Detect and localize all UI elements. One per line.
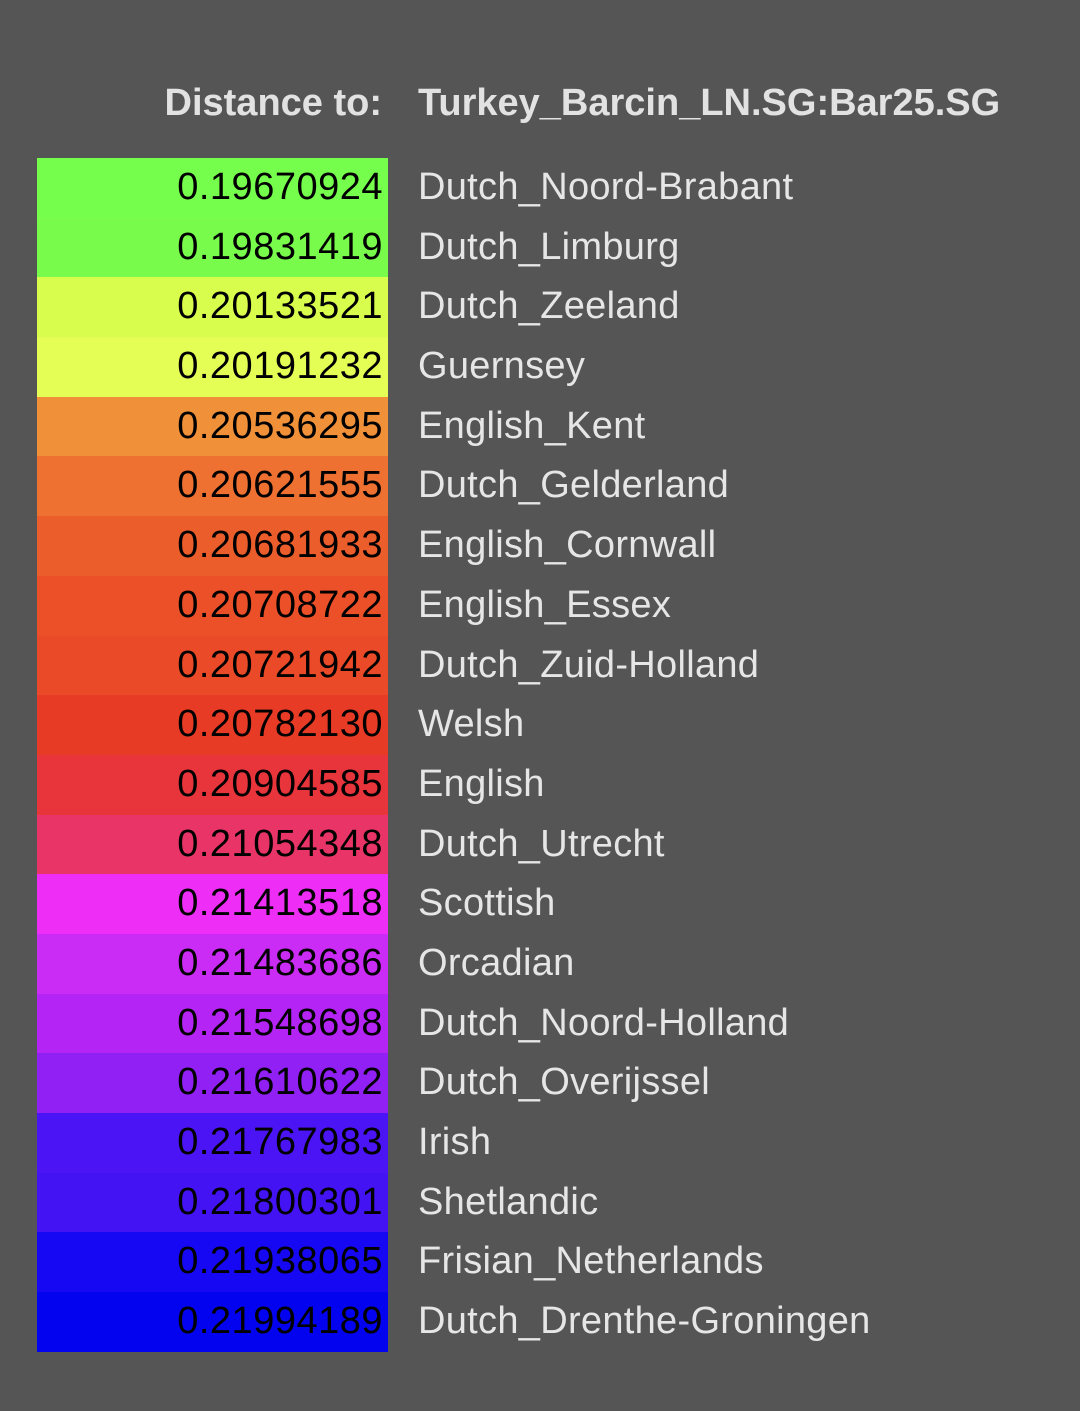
table-row: 0.20133521 Dutch_Zeeland [0, 277, 1080, 338]
table-row: 0.21413518 Scottish [0, 874, 1080, 934]
population-name: Dutch_Gelderland [418, 464, 730, 507]
table-row: 0.20191232 Guernsey [0, 337, 1080, 397]
table-row: 0.21548698 Dutch_Noord-Holland [0, 993, 1080, 1054]
distance-value: 0.20721942 [177, 643, 383, 686]
population-name: Dutch_Noord-Holland [418, 1001, 790, 1044]
distance-value: 0.21483686 [177, 941, 383, 984]
population-name: Frisian_Netherlands [418, 1240, 764, 1283]
population-name: English_Kent [418, 404, 646, 447]
table-row: 0.19831419 Dutch_Limburg [0, 217, 1080, 278]
distance-value: 0.20621555 [177, 464, 383, 507]
distance-value: 0.19670924 [177, 166, 383, 208]
population-name: Dutch_Zeeland [418, 285, 680, 328]
population-name: Dutch_Zuid-Holland [418, 643, 760, 686]
distance-value: 0.21800301 [177, 1180, 383, 1223]
population-name: English_Essex [418, 583, 672, 626]
population-name: Orcadian [418, 941, 575, 984]
table-row: 0.21800301 Shetlandic [0, 1172, 1080, 1233]
table-row: 0.21483686 Orcadian [0, 933, 1080, 994]
distance-value: 0.20782130 [177, 703, 383, 746]
distance-value: 0.21054348 [177, 822, 383, 865]
distance-value: 0.20536295 [177, 404, 383, 447]
distance-value: 0.21994189 [177, 1300, 383, 1343]
population-name: Dutch_Utrecht [418, 822, 665, 865]
table-row: 0.21767983 Irish [0, 1113, 1080, 1173]
table-row: 0.20782130 Welsh [0, 695, 1080, 755]
distance-value: 0.20133521 [177, 285, 383, 328]
distance-value: 0.19831419 [177, 225, 383, 268]
distance-value: 0.21548698 [177, 1001, 383, 1044]
population-name: Dutch_Limburg [418, 225, 680, 268]
distance-value: 0.20708722 [177, 583, 383, 626]
population-name: Guernsey [418, 345, 586, 388]
table-row: 0.21938065 Frisian_Netherlands [0, 1232, 1080, 1293]
distance-value: 0.20681933 [177, 524, 383, 567]
target-population: Turkey_Barcin_LN.SG:Bar25.SG [418, 82, 1001, 124]
distance-value: 0.21413518 [177, 882, 383, 925]
table-row: 0.20621555 Dutch_Gelderland [0, 456, 1080, 517]
distance-value: 0.20904585 [177, 762, 383, 805]
table-row: 0.20708722 English_Essex [0, 575, 1080, 636]
table-row: 0.20721942 Dutch_Zuid-Holland [0, 635, 1080, 696]
population-name: Dutch_Drenthe-Groningen [418, 1300, 871, 1343]
population-name: English [418, 762, 545, 805]
table-row: 0.21054348 Dutch_Utrecht [0, 814, 1080, 875]
population-name: Welsh [418, 703, 525, 746]
distance-table: 0.19670924 Dutch_Noord-Brabant 0.19831419 D… [0, 158, 1080, 1352]
table-row: 0.20536295 English_Kent [0, 396, 1080, 457]
table-row: 0.20681933 English_Cornwall [0, 516, 1080, 576]
table-row: 0.21610622 Dutch_Overijssel [0, 1053, 1080, 1113]
distance-value: 0.20191232 [177, 345, 383, 388]
population-name: Shetlandic [418, 1180, 599, 1223]
distance-label: Distance to: [164, 82, 382, 124]
table-row: 0.21994189 Dutch_Drenthe-Groningen [0, 1292, 1080, 1352]
table-row: 0.20904585 English [0, 754, 1080, 815]
distance-value: 0.21610622 [177, 1061, 383, 1104]
population-name: Irish [418, 1121, 492, 1163]
table-row: 0.19670924 Dutch_Noord-Brabant [0, 158, 1080, 218]
population-name: Dutch_Overijssel [418, 1061, 711, 1104]
population-name: Scottish [418, 882, 556, 925]
distance-value: 0.21767983 [177, 1121, 383, 1163]
population-name: Dutch_Noord-Brabant [418, 166, 794, 208]
population-name: English_Cornwall [418, 524, 717, 567]
distance-value: 0.21938065 [177, 1240, 383, 1283]
table-header: Distance to: Turkey_Barcin_LN.SG:Bar25.S… [0, 78, 1080, 128]
